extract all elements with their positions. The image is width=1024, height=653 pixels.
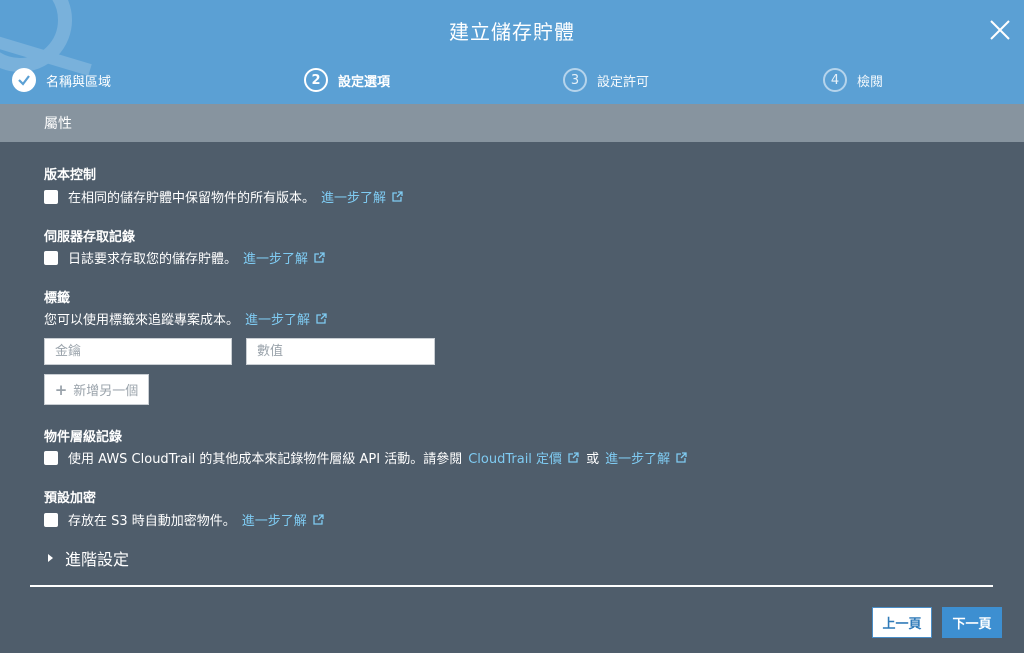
access-logging-learn-more-link[interactable]: 進一步了解 xyxy=(243,248,326,267)
tags-description-text: 您可以使用標籤來追蹤專案成本。 xyxy=(44,313,240,328)
link-text: 進一步了解 xyxy=(605,452,671,467)
versioning-title: 版本控制 xyxy=(44,168,97,183)
object-logging-option: 使用 AWS CloudTrail 的其他成本來記錄物件層級 API 活動。請參… xyxy=(44,448,688,467)
step-label: 名稱與區域 xyxy=(46,74,112,90)
external-link-icon xyxy=(568,452,579,463)
object-logging-text: 使用 AWS CloudTrail 的其他成本來記錄物件層級 API 活動。請參… xyxy=(68,452,463,467)
access-logging-title: 伺服器存取記錄 xyxy=(44,230,136,245)
versioning-option: 在相同的儲存貯體中保留物件的所有版本。 進一步了解 xyxy=(44,187,404,206)
encryption-learn-more-link[interactable]: 進一步了解 xyxy=(242,510,325,529)
add-tag-label: 新增另一個 xyxy=(73,384,139,399)
wizard-header: 建立儲存貯體 名稱與區域 2 設定選項 3 設定許可 4 檢閱 xyxy=(0,0,1024,104)
link-text: CloudTrail 定價 xyxy=(468,452,563,467)
next-button[interactable]: 下一頁 xyxy=(942,607,1002,638)
external-link-icon xyxy=(676,452,687,463)
step-label: 設定許可 xyxy=(597,74,650,90)
dialog-title: 建立儲存貯體 xyxy=(449,20,575,44)
step-number: 2 xyxy=(304,68,328,92)
link-text: 進一步了解 xyxy=(321,191,387,206)
step-set-permissions[interactable]: 3 設定許可 xyxy=(563,66,649,94)
caret-right-icon xyxy=(48,554,53,562)
tags-title: 標籤 xyxy=(44,291,71,306)
step-label: 設定選項 xyxy=(338,74,391,90)
checkmark-icon xyxy=(12,68,36,92)
close-icon[interactable] xyxy=(988,18,1012,42)
wizard-steps: 名稱與區域 2 設定選項 3 設定許可 4 檢閱 xyxy=(0,66,1024,94)
link-text: 進一步了解 xyxy=(243,252,309,267)
step-label: 檢閱 xyxy=(857,74,884,90)
plus-icon: + xyxy=(54,380,68,399)
access-logging-checkbox[interactable] xyxy=(44,250,58,265)
encryption-text: 存放在 S3 時自動加密物件。 xyxy=(68,514,236,529)
encryption-title: 預設加密 xyxy=(44,491,97,506)
step-configure-options[interactable]: 2 設定選項 xyxy=(304,66,390,94)
versioning-learn-more-link[interactable]: 進一步了解 xyxy=(321,187,404,206)
link-text: 進一步了解 xyxy=(245,313,311,328)
tags-description: 您可以使用標籤來追蹤專案成本。 進一步了解 xyxy=(44,309,328,328)
cloudtrail-pricing-link[interactable]: CloudTrail 定價 xyxy=(468,448,580,467)
advanced-settings-label: 進階設定 xyxy=(65,550,130,569)
link-text: 進一步了解 xyxy=(241,514,307,529)
tag-key-input[interactable] xyxy=(44,338,232,365)
object-logging-checkbox[interactable] xyxy=(44,450,58,465)
step-review[interactable]: 4 檢閱 xyxy=(823,66,883,94)
external-link-icon xyxy=(313,514,324,525)
previous-button[interactable]: 上一頁 xyxy=(872,607,932,638)
encryption-checkbox[interactable] xyxy=(44,512,58,527)
advanced-settings-toggle[interactable]: 進階設定 xyxy=(48,546,129,570)
external-link-icon xyxy=(392,191,403,202)
encryption-option: 存放在 S3 時自動加密物件。 進一步了解 xyxy=(44,510,325,529)
step-number: 3 xyxy=(563,68,587,92)
step-name-region[interactable]: 名稱與區域 xyxy=(12,66,111,94)
add-tag-button[interactable]: + 新增另一個 xyxy=(44,374,149,405)
divider xyxy=(30,585,993,587)
object-logging-learn-more-link[interactable]: 進一步了解 xyxy=(605,448,688,467)
tag-value-input[interactable] xyxy=(246,338,435,365)
access-logging-option: 日誌要求存取您的儲存貯體。 進一步了解 xyxy=(44,248,326,267)
step-number: 4 xyxy=(823,68,847,92)
object-logging-title: 物件層級記錄 xyxy=(44,430,123,445)
tags-learn-more-link[interactable]: 進一步了解 xyxy=(245,309,328,328)
or-text: 或 xyxy=(586,452,600,467)
section-title: 屬性 xyxy=(44,116,72,132)
access-logging-text: 日誌要求存取您的儲存貯體。 xyxy=(68,252,238,267)
section-header-properties: 屬性 xyxy=(0,104,1024,142)
external-link-icon xyxy=(314,252,325,263)
versioning-text: 在相同的儲存貯體中保留物件的所有版本。 xyxy=(68,191,316,206)
external-link-icon xyxy=(316,313,327,324)
versioning-checkbox[interactable] xyxy=(44,189,58,204)
